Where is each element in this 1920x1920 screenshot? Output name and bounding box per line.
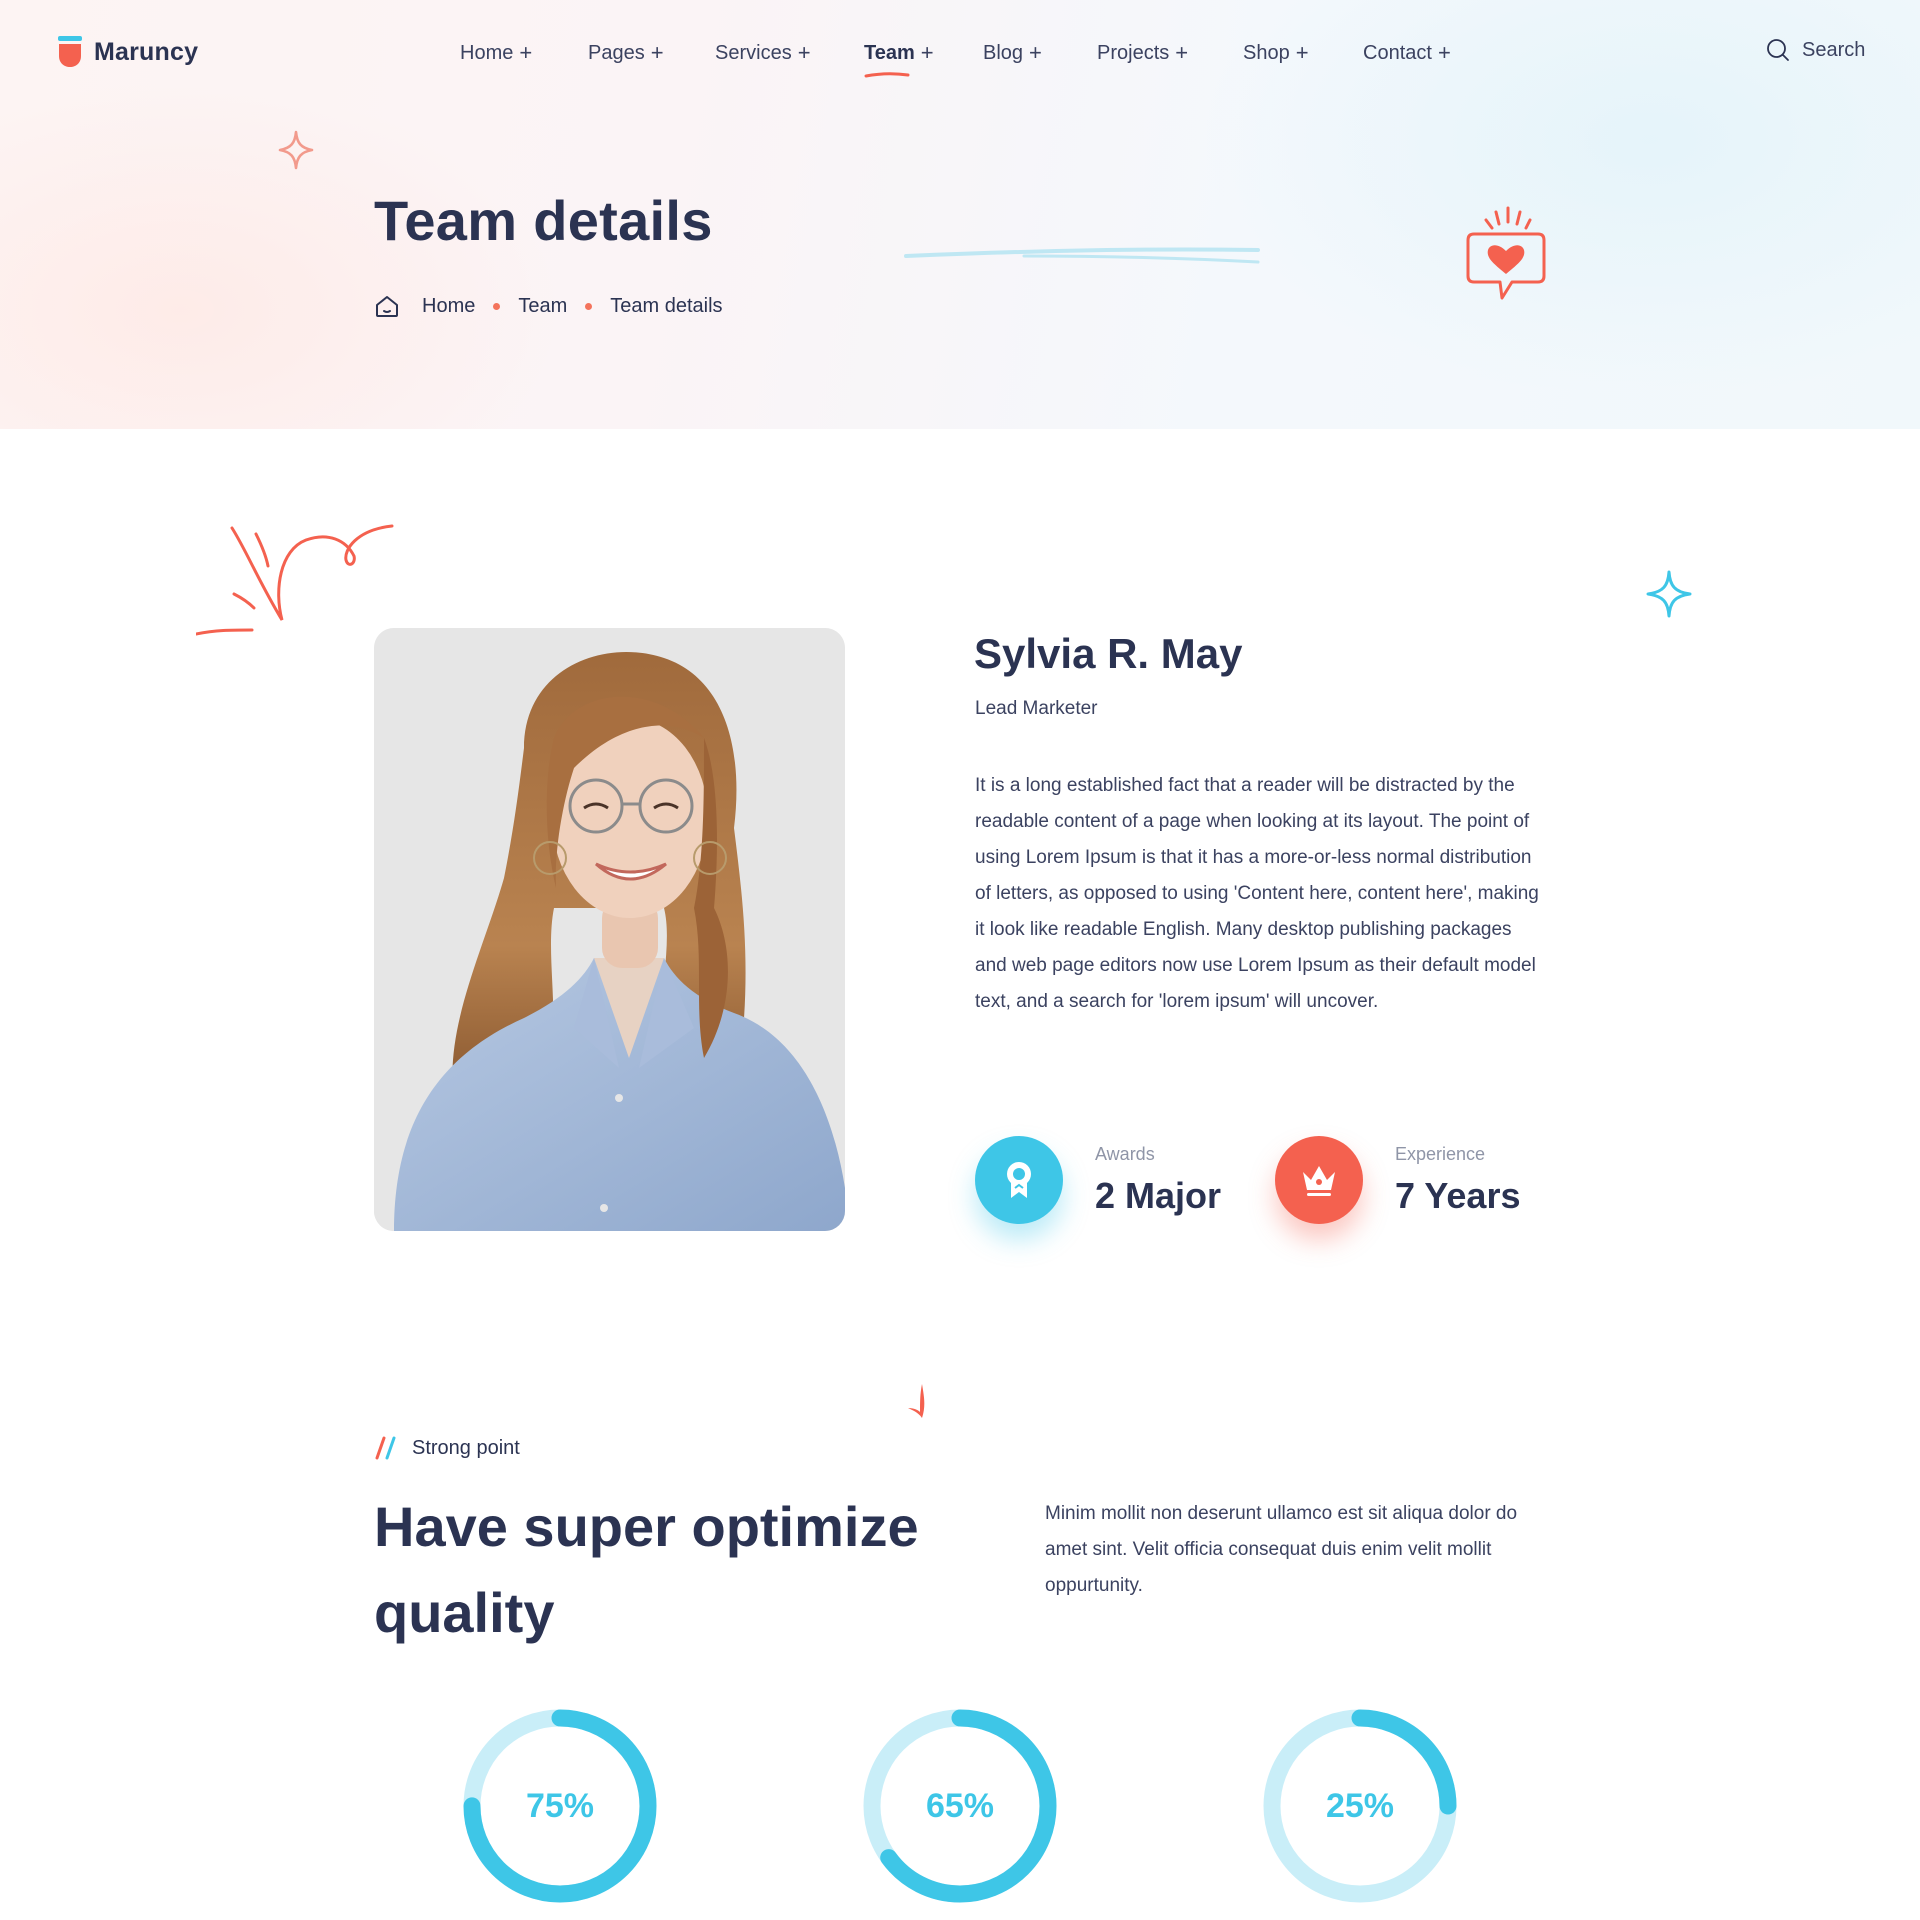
search-label: Search [1802,38,1866,61]
breadcrumb-team[interactable]: Team [518,295,567,318]
nav-item-label: Home [460,41,514,64]
nav-item-label: Team [864,41,915,64]
plus-icon: + [519,40,533,65]
stat-label: Awards [1095,1143,1155,1164]
plus-icon: + [650,40,664,65]
breadcrumb-separator [585,302,593,310]
main-nav: Home + Pages + Services + Team + Blog + … [0,40,1920,78]
progress-ring: 65% [860,1706,1060,1906]
plus-icon: + [797,40,811,65]
plus-icon: + [1437,40,1451,65]
crown-icon [1275,1136,1363,1224]
sparkle-icon [278,130,314,170]
section-description: Minim mollit non deserunt ullamco est si… [1045,1503,1518,1596]
member-bio: It is a long established fact that a rea… [975,775,1539,1012]
nav-item-label: Projects [1097,41,1170,64]
portrait-photo [374,628,845,1231]
nav-item-team[interactable]: Team + [864,40,934,78]
active-underline [864,72,910,78]
sparkle-icon [1646,570,1692,618]
progress-ring: 25% [1260,1706,1460,1906]
breadcrumb: Home Team Team details [374,293,723,319]
stat-value: 2 Major [1095,1174,1222,1216]
stat-label: Experience [1395,1143,1486,1164]
progress-ring: 75% [460,1706,660,1906]
nav-item-label: Blog [983,41,1024,64]
stat-awards: Awards 2 Major [975,1136,1221,1224]
scribble-decoration [196,524,394,636]
stat-value: 7 Years [1395,1174,1521,1216]
wave-line-decoration [904,247,1260,264]
plus-icon: + [1175,40,1189,65]
member-role: Lead Marketer [975,698,1098,719]
nav-item-label: Services [715,41,792,64]
nav-item-projects[interactable]: Projects + [1097,40,1188,66]
plus-icon: + [1029,40,1042,65]
heart-message-icon [1466,206,1546,300]
slash-icon [375,1436,396,1460]
home-icon[interactable] [374,293,400,319]
nav-item-shop[interactable]: Shop + [1243,40,1309,66]
section-tag: Strong point [374,1436,520,1460]
breadcrumb-home[interactable]: Home [422,295,475,318]
nav-item-label: Pages [588,41,645,64]
heart-drop-decoration [908,1384,925,1418]
nav-item-blog[interactable]: Blog + [983,40,1042,66]
stat-experience: Experience 7 Years [1275,1136,1520,1224]
section-title: Have super optimize quality [374,1495,919,1644]
progress-value: 65% [925,1786,995,1825]
search-icon [1767,39,1789,61]
nav-item-label: Contact [1363,41,1432,64]
breadcrumb-current: Team details [610,294,723,317]
award-icon [975,1136,1063,1224]
search-button[interactable]: Search [1766,38,1865,62]
nav-item-label: Shop [1243,41,1290,64]
nav-item-contact[interactable]: Contact + [1363,40,1451,66]
section-tag-label: Strong point [412,1436,520,1459]
plus-icon: + [920,40,934,65]
page-title: Team details [374,189,713,252]
nav-item-services[interactable]: Services + [715,40,811,66]
progress-value: 25% [1325,1786,1395,1825]
breadcrumb-separator [493,302,501,310]
page-hero: Maruncy Home + Pages + Services + Team +… [0,0,1920,429]
nav-item-pages[interactable]: Pages + [588,40,664,66]
team-member-photo [374,628,845,1231]
nav-item-home[interactable]: Home + [460,40,532,66]
member-name: Sylvia R. May [974,630,1243,677]
progress-value: 75% [525,1786,595,1825]
plus-icon: + [1295,40,1309,65]
